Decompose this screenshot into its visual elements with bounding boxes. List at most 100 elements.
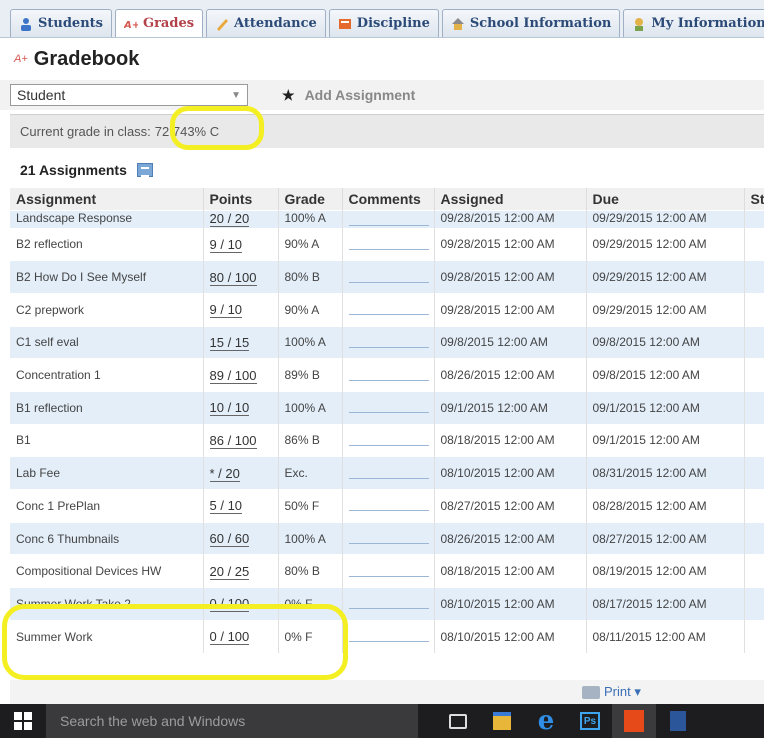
- points-cell-text[interactable]: 80 / 100: [209, 269, 257, 286]
- column-header-comments[interactable]: Comments: [342, 188, 435, 210]
- svg-text:A+: A+: [124, 20, 138, 31]
- points-cell-text[interactable]: 20 / 25: [209, 563, 250, 580]
- comment-input[interactable]: [348, 641, 429, 643]
- points-cell-text[interactable]: 9 / 10: [209, 302, 243, 319]
- edge-browser-icon[interactable]: e: [524, 704, 568, 738]
- taskbar-search-input[interactable]: Search the web and Windows: [46, 704, 418, 738]
- comments-cell[interactable]: [342, 587, 435, 621]
- points-cell: 9 / 10: [203, 292, 279, 327]
- points-cell-text[interactable]: 0 / 100: [209, 629, 250, 646]
- tab-grades[interactable]: A+ Grades: [114, 9, 204, 37]
- due-date-cell-text: 09/29/2015 12:00 AM: [592, 302, 707, 317]
- comment-input[interactable]: [348, 543, 429, 545]
- status-cell: [744, 554, 764, 588]
- task-view-icon[interactable]: [436, 704, 480, 738]
- comments-cell[interactable]: [342, 456, 435, 490]
- grade-cell: 0% F: [278, 587, 343, 621]
- grade-cell-text: 0% F: [284, 629, 313, 644]
- export-excel-icon[interactable]: [136, 163, 153, 177]
- comments-cell[interactable]: [342, 260, 435, 294]
- comment-input[interactable]: [348, 412, 429, 414]
- points-cell-text[interactable]: 10 / 10: [209, 400, 250, 417]
- points-cell-text[interactable]: 9 / 10: [209, 236, 243, 253]
- column-header-status[interactable]: St: [744, 188, 764, 210]
- assigned-date-cell: 09/28/2015 12:00 AM: [434, 260, 587, 294]
- word-icon[interactable]: [656, 704, 700, 738]
- assignment-name-cell-text: C1 self eval: [16, 335, 79, 350]
- assignment-count-label: 21 Assignments: [20, 162, 127, 178]
- gradebook-controls: Student ▼ ★ Add Assignment: [0, 80, 764, 110]
- tab-label: School Information: [469, 16, 612, 31]
- column-header-due[interactable]: Due: [586, 188, 745, 210]
- comments-cell[interactable]: [342, 619, 435, 653]
- points-cell-text[interactable]: 0 / 100: [209, 596, 250, 613]
- grade-cell-text: 80% B: [284, 270, 320, 285]
- status-cell: [744, 227, 764, 261]
- comment-input[interactable]: [348, 346, 429, 348]
- points-cell: 10 / 10: [203, 390, 279, 425]
- points-cell-text[interactable]: 5 / 10: [209, 498, 243, 515]
- comments-cell[interactable]: [342, 227, 435, 261]
- tab-attendance[interactable]: Attendance: [206, 9, 326, 37]
- comment-input[interactable]: [348, 575, 429, 577]
- start-button[interactable]: [0, 704, 46, 738]
- comments-cell[interactable]: [342, 325, 435, 359]
- points-cell-text[interactable]: 86 / 100: [209, 432, 257, 449]
- grade-cell-text: 100% A: [284, 400, 326, 415]
- tab-discipline[interactable]: Discipline: [328, 9, 439, 37]
- grades-icon: A+: [123, 17, 140, 31]
- points-cell-text[interactable]: 15 / 15: [209, 334, 250, 351]
- status-cell: [744, 489, 764, 523]
- comments-cell[interactable]: [342, 521, 435, 555]
- tab-school-information[interactable]: School Information: [441, 9, 621, 37]
- points-cell-text[interactable]: 20 / 20: [209, 211, 250, 227]
- column-header-assignment[interactable]: Assignment: [10, 188, 204, 210]
- add-assignment-button[interactable]: ★ Add Assignment: [282, 87, 415, 104]
- table-row: B1 reflection 10 / 10 100% A 09/1/2015 12:0…: [10, 390, 764, 425]
- due-date-cell: 08/27/2015 12:00 AM: [586, 521, 745, 555]
- current-grade-value: 72.743% C: [154, 124, 220, 139]
- office-icon[interactable]: [612, 704, 656, 738]
- tab-students[interactable]: Students: [10, 9, 112, 37]
- column-header-assigned[interactable]: Assigned: [434, 188, 587, 210]
- comment-input[interactable]: [348, 444, 429, 446]
- print-button[interactable]: Print ▾: [582, 684, 641, 700]
- comments-cell[interactable]: [342, 292, 435, 327]
- comments-cell[interactable]: [342, 423, 435, 457]
- table-row: Summer Work Take 2 0 / 100 0% F 08/10/2015 …: [10, 587, 764, 621]
- tab-label: Students: [38, 16, 103, 31]
- comment-input[interactable]: [348, 314, 429, 316]
- comments-cell[interactable]: [342, 358, 435, 392]
- assigned-date-cell: 08/18/2015 12:00 AM: [434, 554, 587, 588]
- photoshop-icon[interactable]: Ps: [568, 704, 612, 738]
- points-cell: 0 / 100: [203, 619, 279, 653]
- points-cell-text[interactable]: 89 / 100: [209, 367, 257, 384]
- assignment-count: 21 Assignments: [20, 162, 153, 178]
- comment-input[interactable]: [348, 224, 429, 226]
- points-cell-text[interactable]: * / 20: [209, 465, 240, 482]
- comment-input[interactable]: [348, 248, 429, 250]
- column-header-grade[interactable]: Grade: [278, 188, 343, 210]
- comments-cell[interactable]: [342, 489, 435, 523]
- comments-cell[interactable]: [342, 390, 435, 425]
- due-date-cell: 09/29/2015 12:00 AM: [586, 227, 745, 261]
- tab-my-information[interactable]: My Information: [623, 9, 764, 37]
- comment-input[interactable]: [348, 510, 429, 512]
- status-cell: [744, 456, 764, 490]
- due-date-cell-text: 09/29/2015 12:00 AM: [592, 270, 707, 285]
- assignment-name-cell-text: C2 prepwork: [16, 302, 85, 317]
- comments-cell[interactable]: [342, 209, 435, 228]
- chevron-down-icon: ▼: [231, 89, 241, 101]
- file-explorer-icon[interactable]: [480, 704, 524, 738]
- column-header-points[interactable]: Points: [203, 188, 279, 210]
- comment-input[interactable]: [348, 608, 429, 610]
- due-date-cell: 08/31/2015 12:00 AM: [586, 456, 745, 490]
- table-row: C2 prepwork 9 / 10 90% A 09/28/2015 12:00 A…: [10, 292, 764, 327]
- student-select[interactable]: Student ▼: [10, 84, 248, 106]
- points-cell-text[interactable]: 60 / 60: [209, 531, 250, 548]
- points-cell: 86 / 100: [203, 423, 279, 457]
- comment-input[interactable]: [348, 477, 429, 479]
- comment-input[interactable]: [348, 281, 429, 283]
- comment-input[interactable]: [348, 379, 429, 381]
- comments-cell[interactable]: [342, 554, 435, 588]
